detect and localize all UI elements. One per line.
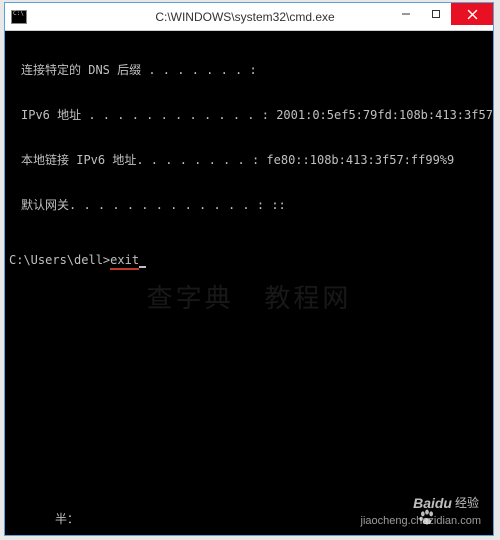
cmd-icon bbox=[11, 10, 27, 24]
terminal-output[interactable]: 连接特定的 DNS 后缀 . . . . . . . : IPv6 地址 . .… bbox=[5, 31, 493, 535]
close-button[interactable] bbox=[451, 3, 493, 25]
output-line: 连接特定的 DNS 后缀 . . . . . . . : bbox=[9, 63, 489, 78]
typed-command: exit bbox=[110, 253, 139, 270]
output-line: IPv6 地址 . . . . . . . . . . . . : 2001:0… bbox=[9, 108, 489, 123]
ime-status: 半： bbox=[55, 512, 79, 527]
jingyan-text: 经验 bbox=[455, 496, 479, 511]
watermark-center: 查字典 教程网 bbox=[5, 291, 493, 306]
prompt-line: C:\Users\dell>exit bbox=[9, 253, 489, 269]
prompt: C:\Users\dell> bbox=[9, 253, 110, 267]
titlebar[interactable]: C:\WINDOWS\system32\cmd.exe bbox=[5, 3, 493, 31]
watermark-baidu: Baidu 经验 bbox=[390, 493, 479, 513]
output-line: 默认网关. . . . . . . . . . . . . : :: bbox=[9, 198, 489, 213]
window-controls bbox=[391, 3, 493, 25]
baidu-text: Baidu bbox=[413, 496, 452, 511]
cursor bbox=[139, 266, 146, 268]
paw-icon bbox=[390, 493, 410, 513]
maximize-button[interactable] bbox=[421, 3, 451, 25]
cmd-window: C:\WINDOWS\system32\cmd.exe 连接特定的 DNS 后缀… bbox=[4, 2, 494, 536]
output-line: 本地链接 IPv6 地址. . . . . . . . : fe80::108b… bbox=[9, 153, 489, 168]
minimize-button[interactable] bbox=[391, 3, 421, 25]
watermark-url: jiaocheng.chazidian.com bbox=[361, 514, 481, 529]
